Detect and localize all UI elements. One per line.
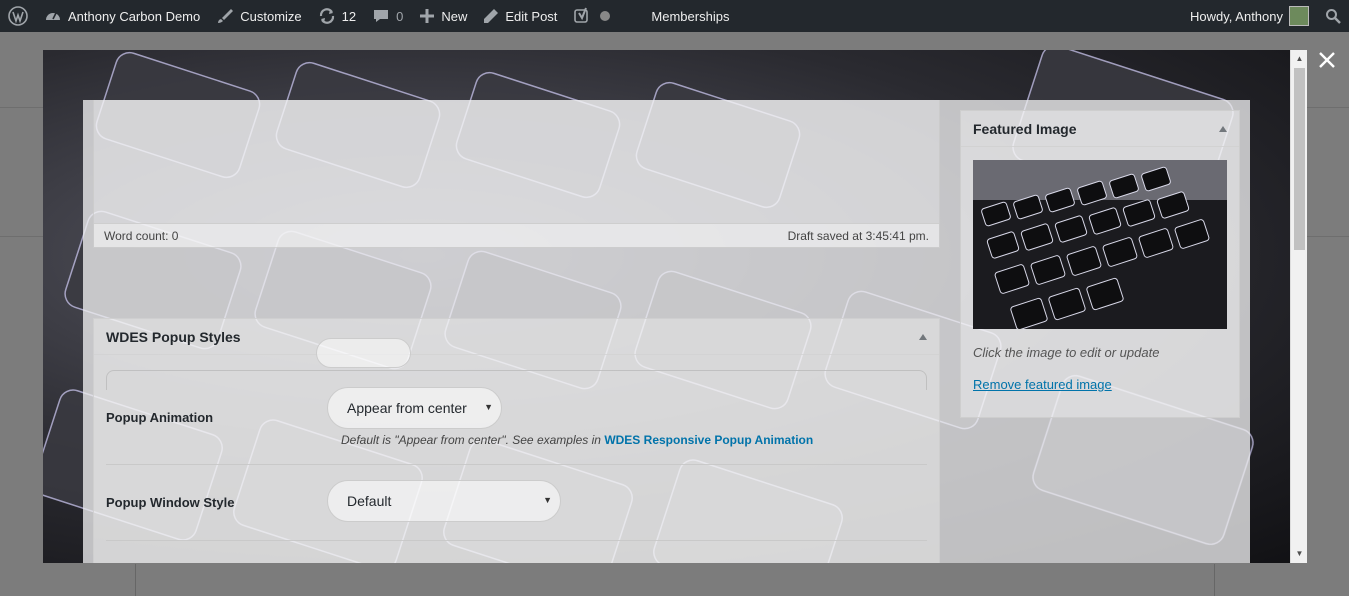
- featured-image-metabox: Featured Image Click the image to edit o…: [960, 110, 1240, 418]
- featured-image-header[interactable]: Featured Image: [961, 111, 1239, 147]
- animation-examples-link[interactable]: WDES Responsive Popup Animation: [604, 433, 813, 447]
- popup-animation-value: Appear from center: [347, 400, 467, 416]
- close-icon: [1319, 52, 1335, 68]
- scrollbar-thumb[interactable]: [1294, 68, 1305, 250]
- seo-score-dot-icon: [600, 11, 611, 21]
- pencil-icon: [484, 9, 499, 23]
- dropdown-arrow-icon: ▼: [543, 495, 552, 505]
- edit-post-link[interactable]: Edit Post: [475, 0, 565, 32]
- popup-animation-hint: Default is "Appear from center". See exa…: [341, 433, 813, 447]
- site-name-label: Anthony Carbon Demo: [68, 8, 201, 24]
- remove-featured-image-link[interactable]: Remove featured image: [973, 377, 1112, 392]
- keyboard-photo: [973, 160, 1227, 329]
- brush-icon: [218, 9, 234, 23]
- popup-window-style-value: Default: [347, 493, 392, 509]
- my-account-menu[interactable]: Howdy, Anthony: [1182, 0, 1317, 32]
- post-editor-preview: Word count: 0 Draft saved at 3:45:41 pm.…: [83, 100, 1250, 563]
- featured-image-thumbnail[interactable]: [973, 160, 1227, 329]
- customize-link[interactable]: Customize: [208, 0, 309, 32]
- modal-scrollbar[interactable]: ▲ ▼: [1290, 50, 1307, 563]
- featured-image-caption: Click the image to edit or update: [973, 345, 1160, 360]
- wdes-popup-styles-metabox: WDES Popup Styles Popup Animation Appear…: [93, 318, 940, 563]
- memberships-link[interactable]: Memberships: [643, 0, 737, 32]
- popup-preview-modal: Word count: 0 Draft saved at 3:45:41 pm.…: [43, 50, 1307, 563]
- scroll-down-icon[interactable]: ▼: [1291, 547, 1307, 561]
- popup-animation-label: Popup Animation: [106, 410, 214, 425]
- admin-bar: Anthony Carbon Demo Customize 12 0 New E…: [0, 0, 1349, 32]
- updates-icon: [319, 8, 334, 24]
- close-modal-button[interactable]: [1313, 46, 1341, 74]
- popup-animation-row: Popup Animation Appear from center ▼ Def…: [106, 387, 927, 465]
- updates-count: 12: [341, 8, 357, 24]
- editor-status-bar: Word count: 0 Draft saved at 3:45:41 pm.: [94, 223, 939, 247]
- updates-link[interactable]: 12: [310, 0, 364, 32]
- collapse-toggle-icon[interactable]: [919, 333, 927, 340]
- dropdown-arrow-icon: ▼: [484, 402, 493, 412]
- metabox-header[interactable]: WDES Popup Styles: [94, 319, 939, 355]
- comments-link[interactable]: 0: [364, 0, 411, 32]
- yoast-icon: [574, 7, 589, 23]
- new-content-menu[interactable]: New: [411, 0, 475, 32]
- howdy-label: Howdy, Anthony: [1190, 8, 1283, 24]
- next-field-select[interactable]: [316, 338, 411, 368]
- popup-window-style-label: Popup Window Style: [106, 495, 235, 510]
- draft-saved-status: Draft saved at 3:45:41 pm.: [787, 228, 929, 243]
- popup-window-style-row: Popup Window Style Default ▼: [106, 465, 927, 541]
- backdrop-panel: [135, 564, 1215, 596]
- new-label: New: [441, 8, 468, 24]
- memberships-label: Memberships: [651, 8, 730, 24]
- search-button[interactable]: [1317, 0, 1349, 32]
- content-editor[interactable]: Word count: 0 Draft saved at 3:45:41 pm.: [93, 100, 940, 248]
- collapse-toggle-icon[interactable]: [1219, 125, 1227, 132]
- word-count: Word count: 0: [104, 228, 179, 243]
- edit-post-label: Edit Post: [505, 8, 558, 24]
- hint-text: Default is "Appear from center". See exa…: [341, 433, 605, 447]
- plus-icon: [420, 9, 435, 23]
- featured-image-title: Featured Image: [973, 120, 1077, 137]
- site-name-menu[interactable]: Anthony Carbon Demo: [36, 0, 208, 32]
- metabox-title: WDES Popup Styles: [106, 328, 241, 345]
- wordpress-icon: [8, 6, 28, 26]
- wordpress-logo-menu[interactable]: [0, 0, 36, 32]
- popup-window-style-select[interactable]: Default ▼: [327, 480, 561, 522]
- comments-count: 0: [396, 8, 404, 24]
- popup-animation-select[interactable]: Appear from center ▼: [327, 387, 502, 429]
- avatar: [1289, 6, 1309, 26]
- dashboard-icon: [46, 12, 60, 20]
- customize-label: Customize: [240, 8, 302, 24]
- scroll-up-icon[interactable]: ▲: [1291, 52, 1307, 66]
- comment-icon: [374, 10, 389, 22]
- search-icon: [1326, 9, 1341, 24]
- yoast-seo-menu[interactable]: [565, 0, 619, 32]
